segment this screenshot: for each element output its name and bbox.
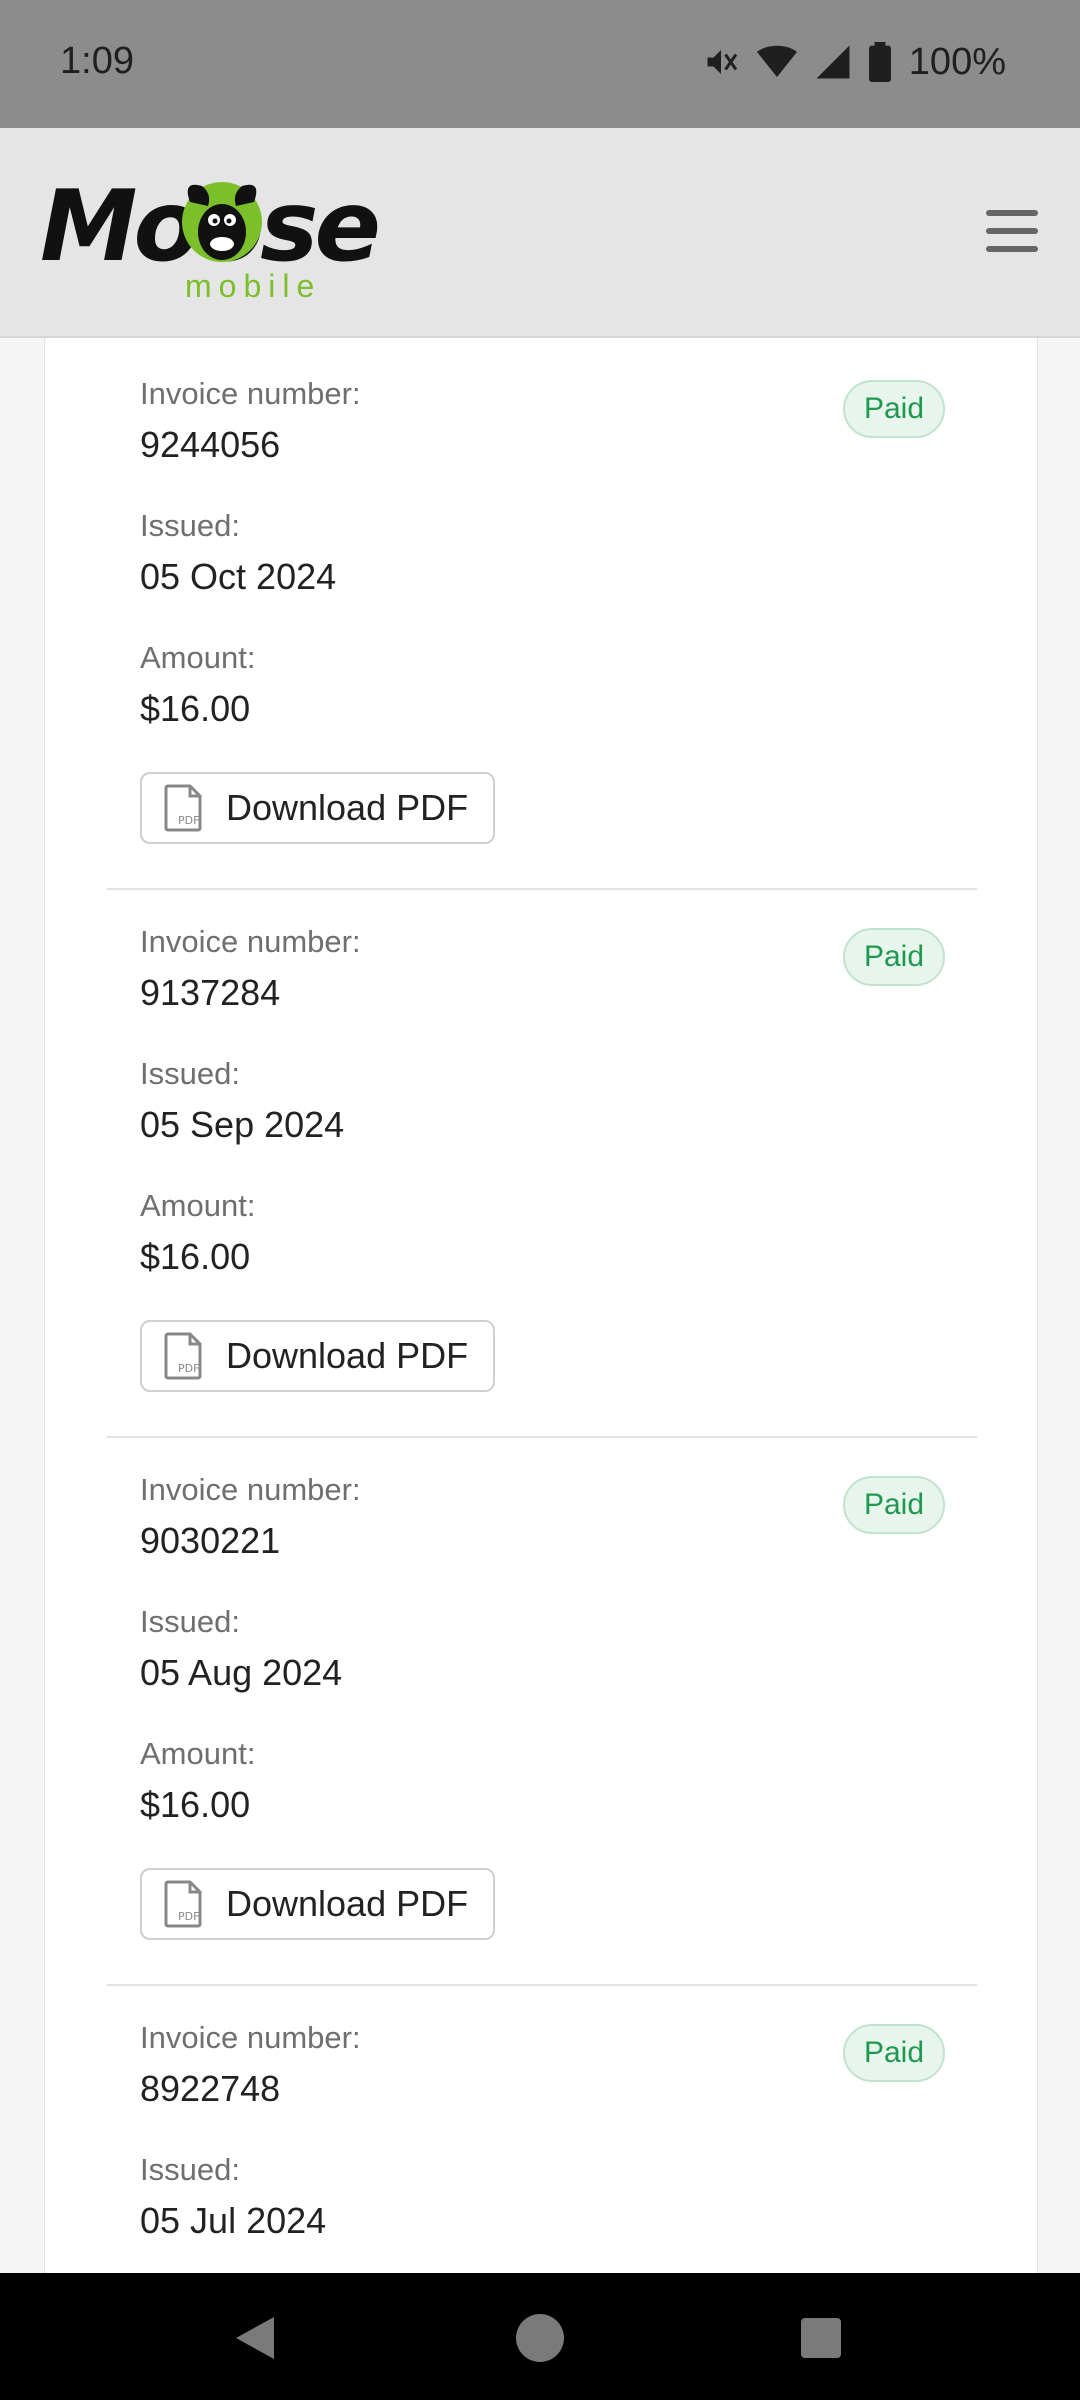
app-header: Moose mobile — [0, 128, 1080, 338]
issued-label: Issued: — [140, 1056, 240, 1091]
svg-text:PDF: PDF — [178, 1910, 199, 1923]
amount-value: $16.00 — [140, 1236, 251, 1277]
invoice-number-label: Invoice number: — [140, 924, 361, 959]
menu-line — [986, 228, 1038, 234]
invoice-number: 9137284 — [140, 972, 281, 1013]
amount-value: $16.00 — [140, 1784, 251, 1825]
amount-label: Amount: — [140, 1736, 256, 1771]
invoice-divider — [107, 888, 977, 890]
pdf-file-icon: PDF — [164, 1880, 202, 1928]
invoice-number-label: Invoice number: — [140, 2020, 361, 2055]
status-badge: Paid — [843, 380, 945, 438]
issued-date: 05 Aug 2024 — [140, 1652, 343, 1693]
download-pdf-button[interactable]: PDF Download PDF — [140, 1320, 495, 1392]
hamburger-icon[interactable] — [984, 206, 1040, 256]
invoice-number: 9244056 — [140, 424, 281, 465]
download-pdf-button[interactable]: PDF Download PDF — [140, 772, 495, 844]
status-badge: Paid — [843, 2024, 945, 2082]
wifi-icon — [756, 45, 797, 77]
download-pdf-label: Download PDF — [226, 1335, 469, 1376]
recents-icon[interactable] — [786, 2303, 856, 2373]
issued-date: 05 Oct 2024 — [140, 556, 337, 597]
back-icon[interactable] — [222, 2303, 292, 2373]
status-icons: 100% — [703, 38, 1006, 86]
invoice-number: 9030221 — [140, 1520, 281, 1561]
pdf-file-icon: PDF — [164, 784, 202, 832]
invoice-number-label: Invoice number: — [140, 1472, 361, 1507]
status-time: 1:09 — [60, 40, 134, 82]
amount-value: $16.00 — [140, 688, 251, 729]
amount-label: Amount: — [140, 640, 256, 675]
issued-date: 05 Jul 2024 — [140, 2200, 327, 2241]
menu-line — [986, 246, 1038, 252]
moose-head-icon — [182, 182, 262, 262]
status-badge: Paid — [843, 1476, 945, 1534]
logo-subtitle: mobile — [185, 268, 322, 304]
issued-label: Issued: — [140, 2152, 240, 2187]
pdf-file-icon: PDF — [164, 1332, 202, 1380]
mute-icon — [707, 50, 738, 74]
svg-text:PDF: PDF — [178, 814, 199, 827]
battery-icon — [868, 42, 891, 82]
status-bar: 1:09 100% — [0, 0, 1080, 128]
amount-label: Amount: — [140, 1188, 256, 1223]
invoice-divider — [107, 1436, 977, 1438]
svg-text:PDF: PDF — [178, 1362, 199, 1375]
menu-line — [986, 210, 1038, 216]
invoice-number: 8922748 — [140, 2068, 281, 2109]
home-icon[interactable] — [505, 2303, 575, 2373]
invoice-list-card: Invoice number: 9244056 Paid Issued: 05 … — [44, 338, 1038, 2273]
issued-label: Issued: — [140, 1604, 240, 1639]
issued-date: 05 Sep 2024 — [140, 1104, 345, 1145]
invoice-divider — [107, 1984, 977, 1986]
download-pdf-label: Download PDF — [226, 1883, 469, 1924]
signal-icon — [816, 45, 850, 79]
download-pdf-label: Download PDF — [226, 787, 469, 828]
invoice-number-label: Invoice number: — [140, 376, 361, 411]
moose-mobile-logo[interactable]: Moose mobile — [40, 170, 381, 310]
battery-percent: 100% — [908, 40, 1006, 83]
status-badge: Paid — [843, 928, 945, 986]
issued-label: Issued: — [140, 508, 240, 543]
system-nav-bar — [0, 2273, 1080, 2400]
download-pdf-button[interactable]: PDF Download PDF — [140, 1868, 495, 1940]
